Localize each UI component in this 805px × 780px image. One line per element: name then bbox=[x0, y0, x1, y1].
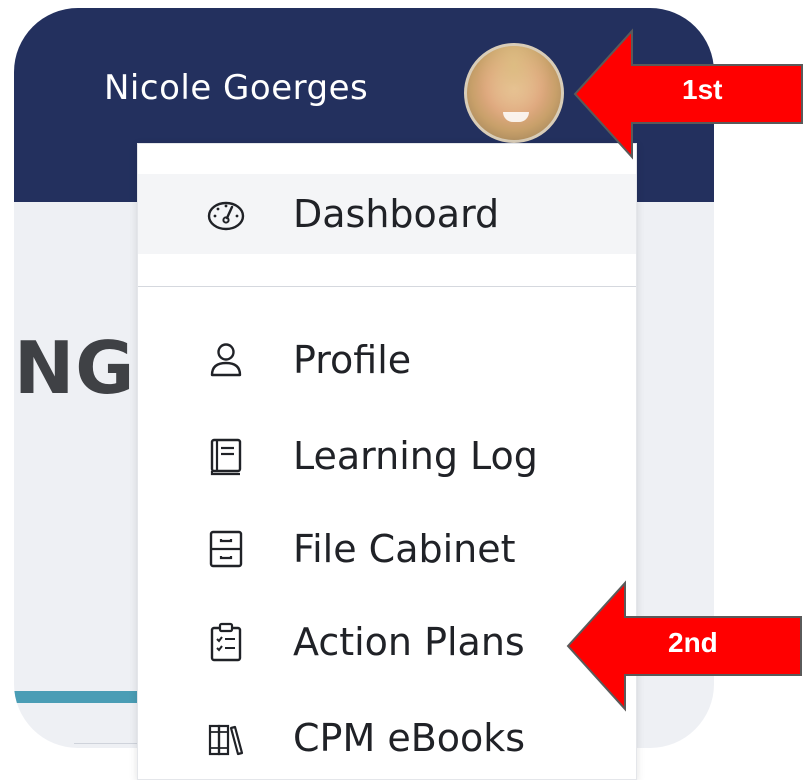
menu-item-profile[interactable]: Profile bbox=[138, 320, 636, 400]
callout-label-second-wrap: 2nd bbox=[668, 627, 768, 663]
menu-label-profile: Profile bbox=[293, 338, 412, 382]
callout-label-first: 1st bbox=[682, 74, 723, 105]
menu-item-file-cabinet[interactable]: File Cabinet bbox=[138, 509, 636, 589]
menu-item-action-plans[interactable]: Action Plans bbox=[138, 602, 636, 682]
avatar-hair bbox=[467, 46, 561, 140]
books-icon bbox=[208, 724, 244, 756]
user-name[interactable]: Nicole Goerges bbox=[104, 66, 368, 110]
user-dropdown-menu: Dashboard Profile Learning Log File Cabi… bbox=[137, 143, 637, 780]
menu-label-file-cabinet: File Cabinet bbox=[293, 527, 516, 571]
notebook-icon bbox=[210, 438, 242, 476]
callout-label-second: 2nd bbox=[668, 627, 718, 658]
page-heading-fragment: NG bbox=[14, 326, 136, 410]
dashboard-gauge-icon bbox=[207, 201, 245, 231]
menu-label-learning-log: Learning Log bbox=[293, 434, 538, 478]
callout-label-first-wrap: 1st bbox=[682, 74, 782, 110]
user-avatar[interactable] bbox=[464, 43, 564, 143]
menu-item-cpm-ebooks[interactable]: CPM eBooks bbox=[138, 698, 636, 778]
menu-label-dashboard: Dashboard bbox=[293, 192, 500, 236]
file-cabinet-icon bbox=[209, 530, 243, 568]
menu-label-action-plans: Action Plans bbox=[293, 620, 525, 664]
clipboard-checklist-icon bbox=[210, 622, 242, 662]
person-icon bbox=[210, 343, 242, 377]
menu-label-cpm-ebooks: CPM eBooks bbox=[293, 716, 526, 760]
menu-item-dashboard[interactable]: Dashboard bbox=[138, 174, 636, 254]
menu-separator bbox=[138, 286, 636, 287]
menu-item-learning-log[interactable]: Learning Log bbox=[138, 416, 636, 496]
